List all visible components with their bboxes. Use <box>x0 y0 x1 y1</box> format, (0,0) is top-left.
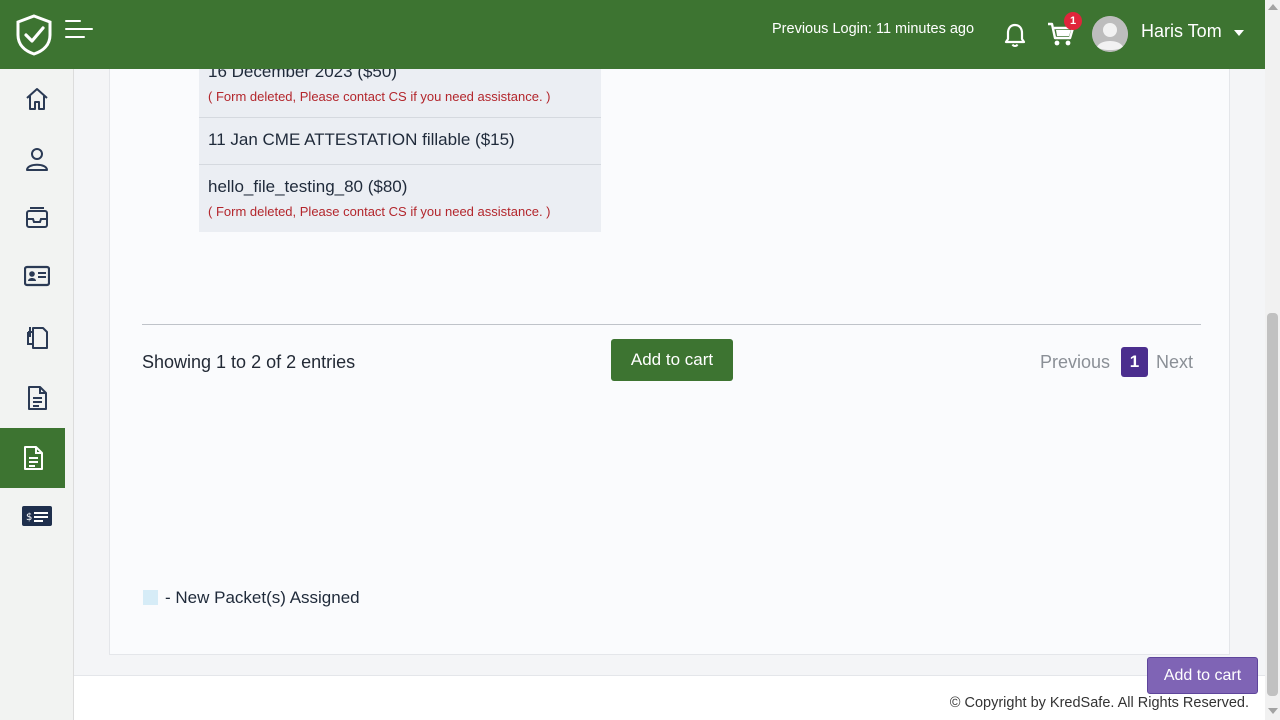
form-name: 11 Jan CME ATTESTATION fillable ($15) <box>208 130 515 149</box>
previous-login-text: Previous Login: 11 minutes ago <box>772 21 975 37</box>
floating-add-to-cart-button[interactable]: Add to cart <box>1147 657 1258 694</box>
file-text-icon <box>23 446 43 470</box>
hamburger-menu-icon[interactable] <box>64 18 94 42</box>
list-item: 11 Jan CME ATTESTATION fillable ($15) <box>199 118 601 165</box>
legend-text: - New Packet(s) Assigned <box>165 588 360 607</box>
sidebar: $ <box>0 69 74 720</box>
list-item: hello_file_testing_80 ($80) ( Form delet… <box>199 165 601 232</box>
svg-text:$: $ <box>26 512 32 523</box>
home-icon <box>26 88 48 110</box>
packets-card: 16 December 2023 ($50) ( Form deleted, P… <box>109 55 1230 655</box>
form-deleted-note: ( Form deleted, Please contact CS if you… <box>208 89 551 104</box>
sidebar-item-forms[interactable] <box>0 368 74 428</box>
main-content: 16 December 2023 ($50) ( Form deleted, P… <box>74 55 1265 720</box>
entries-info: Showing 1 to 2 of 2 entries <box>142 352 356 372</box>
add-to-cart-button[interactable]: Add to cart <box>611 339 733 381</box>
top-navbar: Previous Login: 11 minutes ago 1 Haris T… <box>0 0 1265 69</box>
sidebar-item-inbox[interactable] <box>0 188 74 248</box>
file-text-icon <box>28 386 47 410</box>
pagination-page-1[interactable]: 1 <box>1121 347 1148 377</box>
sidebar-item-home[interactable] <box>0 69 74 129</box>
form-list: 16 December 2023 ($50) ( Form deleted, P… <box>199 55 601 232</box>
shield-check-logo[interactable] <box>15 14 53 56</box>
copyright-text: © Copyright by KredSafe. All Rights Rese… <box>949 695 1249 711</box>
user-name[interactable]: Haris Tom <box>1141 21 1222 42</box>
avatar[interactable] <box>1092 16 1128 52</box>
sidebar-item-documents[interactable] <box>0 308 74 368</box>
sidebar-item-packets[interactable] <box>0 428 65 488</box>
pagination-next[interactable]: Next <box>1156 352 1193 373</box>
avatar-icon <box>1092 16 1128 52</box>
page-footer: © Copyright by KredSafe. All Rights Rese… <box>74 675 1265 720</box>
scroll-thumb[interactable] <box>1267 313 1278 696</box>
payment-card-icon: $ <box>22 506 52 526</box>
sidebar-item-payments[interactable]: $ <box>0 486 74 546</box>
pagination-previous[interactable]: Previous <box>1040 352 1110 373</box>
sidebar-item-profile[interactable] <box>0 129 74 189</box>
bell-icon[interactable] <box>1003 22 1027 48</box>
documents-icon <box>27 327 48 349</box>
form-name: hello_file_testing_80 ($80) <box>208 177 408 196</box>
cart-count-badge: 1 <box>1064 12 1082 30</box>
page-scrollbar[interactable] <box>1265 0 1280 720</box>
user-icon <box>26 148 48 171</box>
form-deleted-note: ( Form deleted, Please contact CS if you… <box>208 204 551 219</box>
inbox-icon <box>26 207 48 228</box>
scroll-up-arrow-icon[interactable] <box>1268 4 1278 10</box>
id-card-icon <box>24 265 50 287</box>
scroll-down-arrow-icon[interactable] <box>1268 708 1278 714</box>
legend-swatch <box>143 590 158 605</box>
sidebar-item-id-card[interactable] <box>0 246 74 306</box>
table-divider <box>142 324 1201 325</box>
caret-down-icon[interactable] <box>1234 30 1244 36</box>
